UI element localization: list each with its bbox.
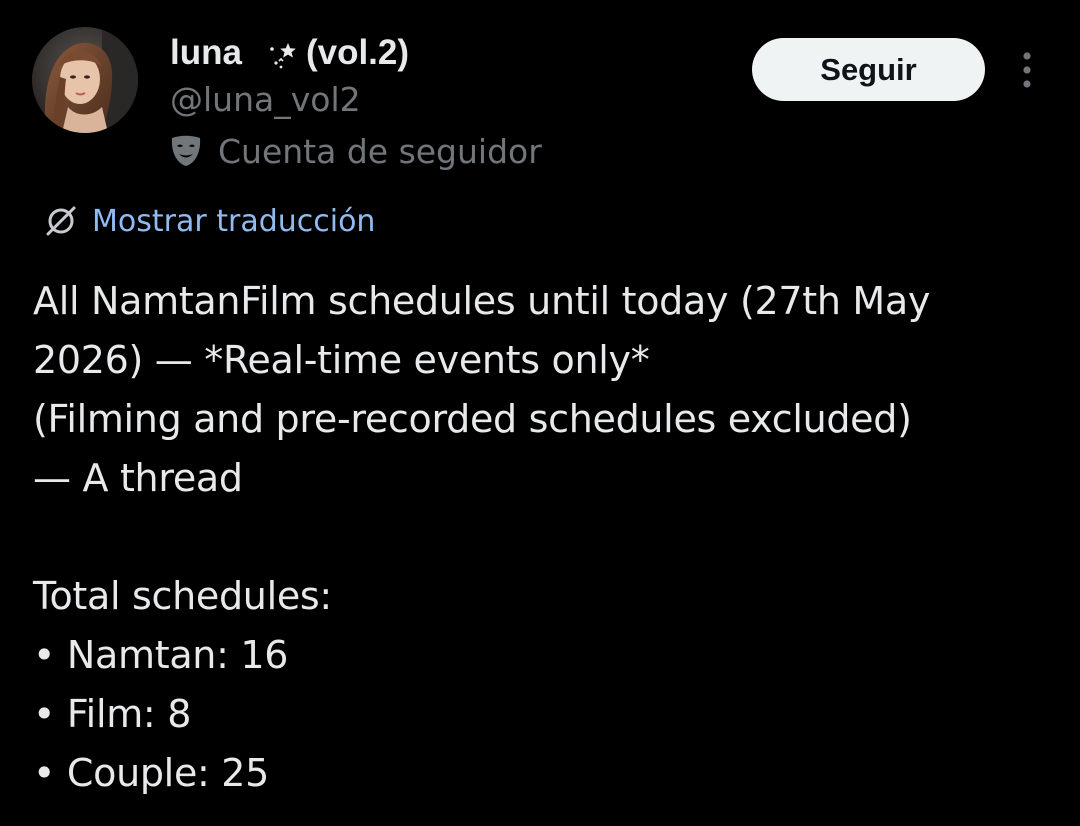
translate-icon (44, 204, 78, 238)
avatar[interactable] (32, 27, 138, 133)
previous-content-remnant (0, 0, 1080, 10)
tweet-body-line: • Namtan: 16 (33, 633, 289, 677)
tweet-body-line: Total schedules: (33, 574, 332, 618)
tweet-body-line: (Filming and pre-recorded schedules excl… (33, 397, 912, 441)
user-handle[interactable]: @luna_vol2 (170, 78, 542, 122)
account-label-text: Cuenta de seguidor (218, 131, 542, 171)
avatar-image (32, 27, 138, 133)
follow-button[interactable]: Seguir (752, 38, 985, 101)
tweet-body: All NamtanFilm schedules until today (27… (33, 272, 1053, 803)
author-info[interactable]: luna (vol.2) @luna_vol2 Cuenta de seguid… (170, 30, 542, 172)
account-label[interactable]: Cuenta de seguidor (170, 130, 542, 172)
show-translation-label: Mostrar traducción (92, 203, 376, 239)
display-name[interactable]: luna (vol.2) (170, 30, 542, 76)
tweet-body-line: — A thread (33, 456, 243, 500)
tweet-view: luna (vol.2) @luna_vol2 Cuenta de seguid… (0, 0, 1080, 826)
tweet-body-line: • Couple: 25 (33, 751, 270, 795)
display-name-suffix: (vol.2) (305, 33, 410, 72)
tweet-body-line: • Film: 8 (33, 692, 192, 736)
display-name-text: luna (170, 33, 242, 72)
more-vertical-icon (1023, 52, 1031, 88)
mask-icon (168, 133, 204, 169)
more-button[interactable] (1010, 48, 1044, 92)
tweet-body-line: 2026) — *Real-time events only* (33, 338, 650, 382)
tweet-body-blank-line (33, 508, 1053, 567)
show-translation-link[interactable]: Mostrar traducción (44, 200, 375, 242)
moon-star-emoji-icon (248, 33, 298, 73)
tweet-body-line: All NamtanFilm schedules until today (27… (33, 279, 931, 323)
